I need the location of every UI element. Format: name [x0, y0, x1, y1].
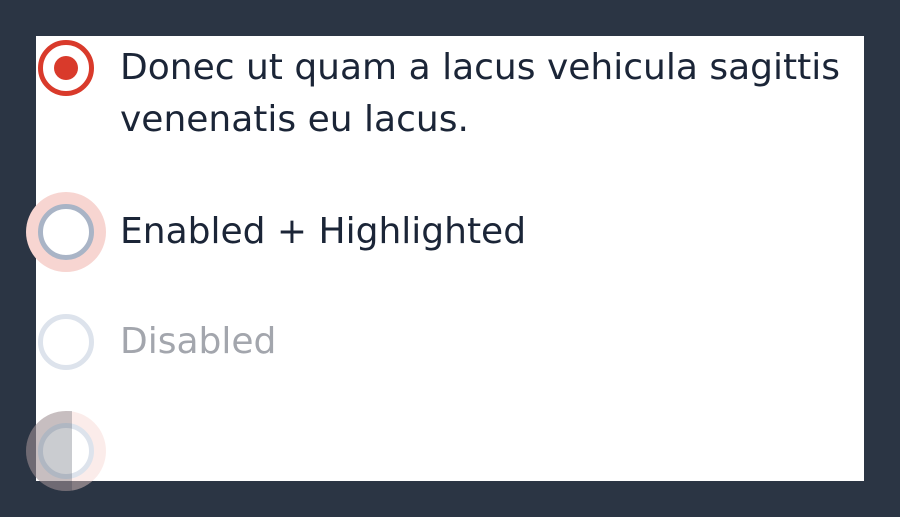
radio-button-focused[interactable] [38, 423, 94, 479]
radio-button-disabled [38, 314, 94, 370]
radio-button-highlighted[interactable] [38, 204, 94, 260]
radio-label-highlighted: Enabled + Highlighted [120, 211, 527, 252]
radio-label-disabled: Disabled [120, 321, 277, 362]
radio-button-checked[interactable] [38, 40, 94, 96]
radio-group-panel: Donec ut quam a lacus vehicula sagittis … [26, 36, 864, 491]
radio-label-checked: Donec ut quam a lacus vehicula sagittis … [120, 47, 840, 140]
radio-checked-dot [54, 56, 78, 80]
